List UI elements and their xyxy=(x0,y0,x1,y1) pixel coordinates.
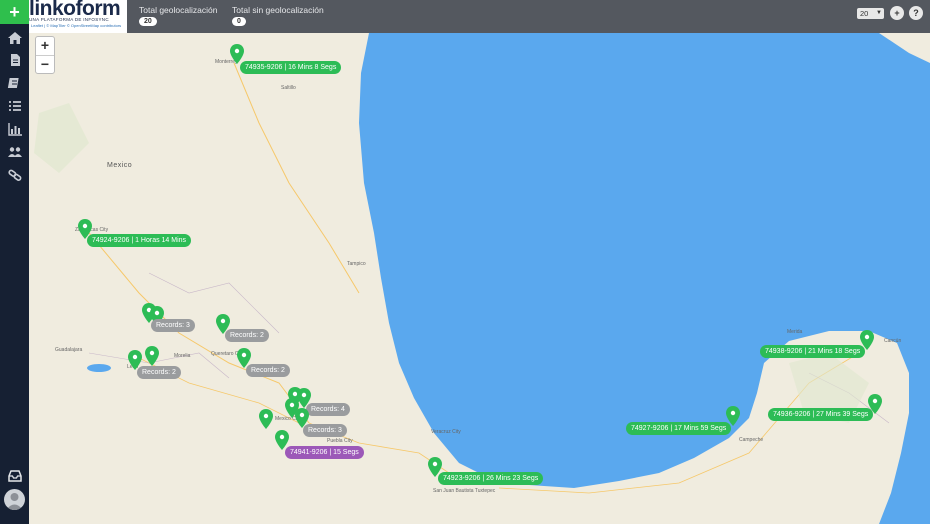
total-geolocated-badge: 20 xyxy=(139,17,157,26)
map-cluster-label[interactable]: Records: 3 xyxy=(151,319,195,332)
map-base xyxy=(29,33,930,524)
add-record-button[interactable]: + xyxy=(890,6,904,20)
place-label: Campeche xyxy=(739,437,764,443)
sidebar: + xyxy=(0,0,29,524)
place-label: Guadalajara xyxy=(55,347,83,353)
map-marker-pin[interactable] xyxy=(230,44,244,64)
logo-subtitle: UNA PLATAFORMA DE INFOSYNC xyxy=(29,17,109,22)
map-marker-label[interactable]: 74941-9206 | 15 Segs xyxy=(285,446,364,459)
chevron-down-icon: ▼ xyxy=(876,10,882,16)
total-geolocated-stat: Total geolocalización 20 xyxy=(139,5,217,26)
map[interactable]: + − Mexico Monterrey Saltillo Zacatecas … xyxy=(29,33,930,524)
list-icon[interactable] xyxy=(7,99,23,113)
help-button[interactable]: ? xyxy=(909,6,923,20)
map-attribution[interactable]: Leaflet | © MapTiler © OpenStreetMap con… xyxy=(31,23,121,28)
chart-icon[interactable] xyxy=(7,122,23,136)
map-marker-pin[interactable] xyxy=(145,346,159,366)
map-cluster-label[interactable]: Records: 4 xyxy=(306,403,350,416)
inbox-icon[interactable] xyxy=(8,469,22,482)
link-icon[interactable] xyxy=(7,168,23,182)
country-label: Mexico xyxy=(107,162,133,169)
add-button[interactable]: + xyxy=(0,0,29,24)
map-marker-label[interactable]: 74935-9206 | 16 Mins 8 Segs xyxy=(240,61,342,74)
place-label: Cancún xyxy=(884,338,902,344)
place-label: Tampico xyxy=(347,261,366,267)
total-not-geolocated-stat: Total sin geolocalización 0 xyxy=(232,5,324,26)
home-icon[interactable] xyxy=(7,31,23,45)
forms-icon[interactable] xyxy=(7,76,23,90)
page-size-value: 20 xyxy=(860,9,869,18)
place-label: Morelia xyxy=(174,353,191,359)
map-cluster-label[interactable]: Records: 2 xyxy=(137,366,181,379)
total-geolocated-label: Total geolocalización xyxy=(139,5,218,15)
map-marker-label[interactable]: 74936-9206 | 27 Mins 39 Segs xyxy=(768,408,874,421)
logo: linkoform UNA PLATAFORMA DE INFOSYNC Lea… xyxy=(29,0,127,33)
page-size-select[interactable]: 20 ▼ xyxy=(857,8,884,19)
map-cluster-label[interactable]: Records: 2 xyxy=(225,329,269,342)
place-label: Saltillo xyxy=(281,85,296,91)
map-cluster-label[interactable]: Records: 2 xyxy=(246,364,290,377)
map-marker-label[interactable]: 74927-9206 | 17 Mins 59 Segs xyxy=(626,422,732,435)
place-label: Puebla City xyxy=(327,438,353,444)
total-not-geolocated-label: Total sin geolocalización xyxy=(232,5,324,15)
place-label: Merida xyxy=(787,329,803,335)
place-label: San Juan Bautista Tuxtepec xyxy=(433,488,496,494)
map-marker-label[interactable]: 74938-9206 | 21 Mins 18 Segs xyxy=(760,345,866,358)
map-marker-label[interactable]: 74924-9206 | 1 Horas 14 Mins xyxy=(87,234,192,247)
map-marker-label[interactable]: 74923-9206 | 26 Mins 23 Segs xyxy=(438,472,544,485)
top-bar: Total geolocalización 20 Total sin geolo… xyxy=(29,0,930,33)
zoom-out-button[interactable]: − xyxy=(36,56,54,74)
users-icon[interactable] xyxy=(7,145,23,159)
map-cluster-label[interactable]: Records: 3 xyxy=(303,424,347,437)
document-icon[interactable] xyxy=(7,53,23,67)
total-not-geolocated-badge: 0 xyxy=(232,17,246,26)
map-marker-pin[interactable] xyxy=(259,409,273,429)
zoom-control: + − xyxy=(35,36,55,74)
zoom-in-button[interactable]: + xyxy=(36,37,54,56)
avatar[interactable] xyxy=(4,489,25,510)
place-label: Veracruz City xyxy=(431,429,461,435)
